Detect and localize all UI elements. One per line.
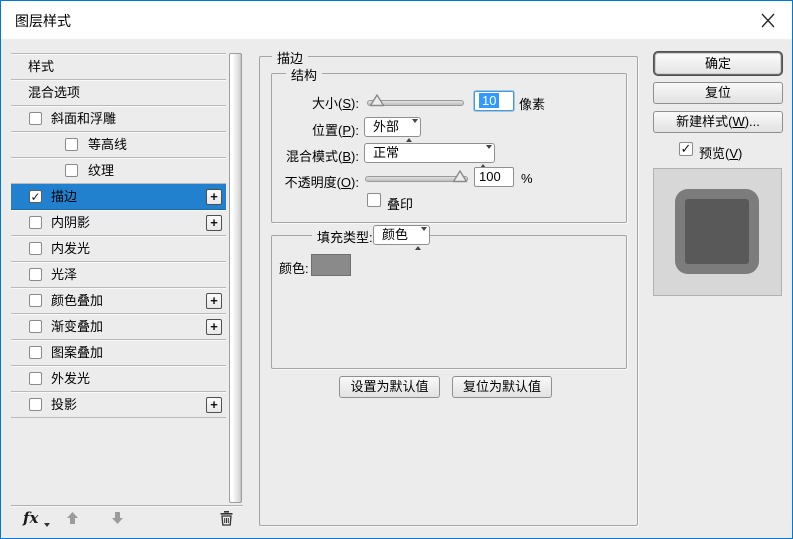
add-inner-shadow-instance-button[interactable]: + xyxy=(206,215,222,231)
sidebar-item-texture[interactable]: 纹理 xyxy=(11,158,226,184)
position-label: 位置(P): xyxy=(312,123,359,138)
sidebar-item-styles[interactable]: 样式 xyxy=(11,54,226,80)
position-select[interactable]: 外部 xyxy=(364,117,421,142)
stroke-size-input[interactable]: 10 xyxy=(474,91,514,111)
close-icon[interactable] xyxy=(758,12,778,29)
blend-mode-select[interactable]: 正常 xyxy=(364,143,495,168)
sidebar-item-label: 描边 xyxy=(51,189,78,204)
sidebar-item-label: 渐变叠加 xyxy=(51,319,104,334)
move-effect-down-icon[interactable] xyxy=(111,511,124,530)
sidebar-item-label: 样式 xyxy=(28,59,55,74)
effects-list: 样式 混合选项 斜面和浮雕 等高线 纹理 ✓ 描边 + 内阴影 + 内发光 光泽… xyxy=(11,53,226,418)
blend-mode-label: 混合模式(B): xyxy=(286,149,359,164)
color-label: 颜色: xyxy=(279,261,309,276)
sidebar-item-label: 图案叠加 xyxy=(51,345,104,360)
fx-menu-button[interactable]: fx xyxy=(23,509,38,527)
sidebar-item-label: 外发光 xyxy=(51,371,91,386)
sidebar-item-label: 颜色叠加 xyxy=(51,293,104,308)
inner-shadow-checkbox[interactable] xyxy=(29,216,42,229)
opacity-slider-thumb[interactable] xyxy=(452,170,468,188)
combo-arrows-icon xyxy=(480,145,492,168)
drop-shadow-checkbox[interactable] xyxy=(29,398,42,411)
preview-stroke-shape xyxy=(675,189,759,274)
opacity-unit-label: % xyxy=(521,171,533,186)
make-default-button[interactable]: 设置为默认值 xyxy=(339,376,440,398)
sidebar-item-outer-glow[interactable]: 外发光 xyxy=(11,366,226,392)
opacity-value: 100 xyxy=(479,169,501,184)
sidebar-item-contour[interactable]: 等高线 xyxy=(11,132,226,158)
effects-list-footer: fx xyxy=(11,505,243,533)
inner-glow-checkbox[interactable] xyxy=(29,242,42,255)
preview-label: 预览(V) xyxy=(699,146,743,161)
overprint-label: 叠印 xyxy=(387,197,414,212)
bevel-emboss-checkbox[interactable] xyxy=(29,112,42,125)
size-unit-label: 像素 xyxy=(519,97,546,112)
effects-list-scrollbar[interactable] xyxy=(229,53,242,503)
opacity-input[interactable]: 100 xyxy=(474,167,514,187)
reset-default-button[interactable]: 复位为默认值 xyxy=(452,376,552,398)
sidebar-item-inner-shadow[interactable]: 内阴影 + xyxy=(11,210,226,236)
texture-checkbox[interactable] xyxy=(65,164,78,177)
add-drop-shadow-instance-button[interactable]: + xyxy=(206,397,222,413)
size-label: 大小(S): xyxy=(312,96,359,111)
outer-glow-checkbox[interactable] xyxy=(29,372,42,385)
contour-checkbox[interactable] xyxy=(65,138,78,151)
ok-button-ring: 确定 xyxy=(653,51,783,76)
new-style-button[interactable]: 新建样式(W)... xyxy=(653,111,783,133)
title-bar: 图层样式 xyxy=(1,1,792,39)
sidebar-item-label: 光泽 xyxy=(51,267,78,282)
pattern-overlay-checkbox[interactable] xyxy=(29,346,42,359)
combo-arrows-icon xyxy=(406,119,418,142)
move-effect-up-icon[interactable] xyxy=(66,511,79,530)
dialog-title: 图层样式 xyxy=(15,13,71,29)
sidebar-item-stroke[interactable]: ✓ 描边 + xyxy=(11,184,226,210)
stroke-checkbox[interactable]: ✓ xyxy=(29,190,42,203)
sidebar-item-inner-glow[interactable]: 内发光 xyxy=(11,236,226,262)
structure-group-title: 结构 xyxy=(286,65,323,84)
stroke-color-swatch[interactable] xyxy=(311,254,351,276)
position-value: 外部 xyxy=(373,119,400,134)
preview-checkbox[interactable]: ✓ xyxy=(679,142,693,156)
sidebar-item-color-overlay[interactable]: 颜色叠加 + xyxy=(11,288,226,314)
blend-mode-value: 正常 xyxy=(373,145,400,160)
stroke-size-slider-thumb[interactable] xyxy=(369,94,385,112)
fill-type-value: 颜色 xyxy=(382,227,409,242)
fill-type-select[interactable]: 颜色 xyxy=(373,225,430,250)
sidebar-item-label: 混合选项 xyxy=(28,85,81,100)
preview-thumbnail xyxy=(653,168,782,296)
add-color-overlay-instance-button[interactable]: + xyxy=(206,293,222,309)
add-stroke-instance-button[interactable]: + xyxy=(206,189,222,205)
opacity-label: 不透明度(O): xyxy=(284,175,359,190)
combo-arrows-icon xyxy=(415,227,427,250)
fx-menu-caret-icon xyxy=(44,523,50,527)
sidebar-item-label: 斜面和浮雕 xyxy=(51,111,117,126)
sidebar-item-label: 纹理 xyxy=(88,163,115,178)
sidebar-item-gradient-overlay[interactable]: 渐变叠加 + xyxy=(11,314,226,340)
reset-button[interactable]: 复位 xyxy=(653,82,783,104)
sidebar-item-satin[interactable]: 光泽 xyxy=(11,262,226,288)
sidebar-item-pattern-overlay[interactable]: 图案叠加 xyxy=(11,340,226,366)
sidebar-item-drop-shadow[interactable]: 投影 + xyxy=(11,392,226,418)
layer-style-dialog: 图层样式 样式 混合选项 斜面和浮雕 等高线 纹理 ✓ 描边 + 内阴影 + 内… xyxy=(0,0,793,539)
add-gradient-overlay-instance-button[interactable]: + xyxy=(206,319,222,335)
preview-fill-shape xyxy=(685,199,749,264)
fill-type-label: 填充类型: xyxy=(312,227,378,246)
sidebar-item-label: 内发光 xyxy=(51,241,91,256)
sidebar-item-bevel-emboss[interactable]: 斜面和浮雕 xyxy=(11,106,226,132)
stroke-size-value: 10 xyxy=(479,93,500,108)
color-overlay-checkbox[interactable] xyxy=(29,294,42,307)
gradient-overlay-checkbox[interactable] xyxy=(29,320,42,333)
delete-effect-icon[interactable] xyxy=(219,510,234,531)
sidebar-item-label: 等高线 xyxy=(88,137,128,152)
ok-button[interactable]: 确定 xyxy=(655,53,781,74)
sidebar-item-label: 投影 xyxy=(51,397,78,412)
satin-checkbox[interactable] xyxy=(29,268,42,281)
sidebar-item-blending-options[interactable]: 混合选项 xyxy=(11,80,226,106)
sidebar-item-label: 内阴影 xyxy=(51,215,91,230)
overprint-checkbox[interactable] xyxy=(367,193,381,207)
